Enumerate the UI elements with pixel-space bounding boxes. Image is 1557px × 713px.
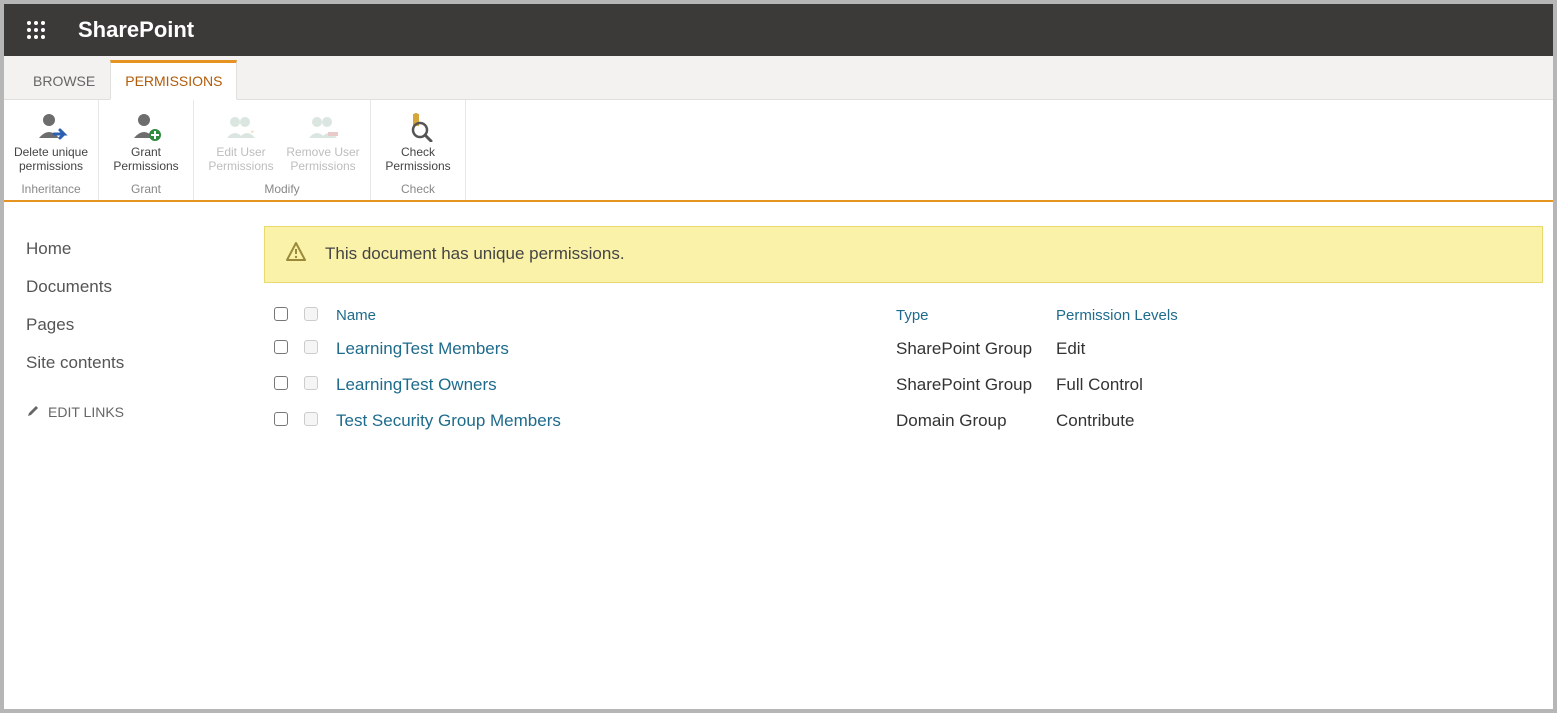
permissions-table: Name Type Permission Levels LearningTest… — [264, 301, 1543, 439]
entity-permission: Full Control — [1056, 375, 1543, 395]
tab-permissions[interactable]: PERMISSIONS — [110, 60, 237, 100]
info-banner-text: This document has unique permissions. — [325, 244, 625, 264]
app-launcher-icon[interactable] — [16, 10, 56, 50]
ribbon-group-label: Inheritance — [10, 182, 92, 196]
left-nav: Home Documents Pages Site contents EDIT … — [4, 202, 264, 449]
grant-permissions-button[interactable]: GrantPermissions — [105, 106, 187, 176]
entity-permission: Contribute — [1056, 411, 1543, 431]
edit-links-button[interactable]: EDIT LINKS — [26, 404, 254, 421]
row-secondary-checkbox[interactable] — [304, 376, 318, 390]
row-checkbox[interactable] — [274, 412, 288, 426]
ribbon-group-inheritance: Delete uniquepermissions Inheritance — [4, 100, 99, 200]
table-row: LearningTest Members SharePoint Group Ed… — [264, 331, 1543, 367]
entity-type: Domain Group — [896, 411, 1056, 431]
key-magnify-icon — [401, 110, 435, 144]
person-plus-icon — [129, 110, 163, 144]
ribbon-group-check: CheckPermissions Check — [371, 100, 466, 200]
entity-name-link[interactable]: LearningTest Owners — [336, 375, 896, 395]
nav-item-home[interactable]: Home — [26, 230, 254, 268]
people-edit-icon — [224, 110, 258, 144]
pencil-icon — [26, 404, 40, 421]
ribbon-group-label: Grant — [105, 182, 187, 196]
ribbon-label: Delete uniquepermissions — [14, 146, 88, 174]
row-secondary-checkbox[interactable] — [304, 340, 318, 354]
delete-unique-permissions-button[interactable]: Delete uniquepermissions — [10, 106, 92, 176]
ribbon-label: GrantPermissions — [113, 146, 178, 174]
remove-user-permissions-button: Remove UserPermissions — [282, 106, 364, 176]
select-all-checkbox[interactable] — [274, 307, 288, 321]
header-filter-checkbox[interactable] — [304, 307, 318, 321]
ribbon-label: Remove UserPermissions — [286, 146, 359, 174]
entity-type: SharePoint Group — [896, 339, 1056, 359]
entity-permission: Edit — [1056, 339, 1543, 359]
nav-item-site-contents[interactable]: Site contents — [26, 344, 254, 382]
row-checkbox[interactable] — [274, 340, 288, 354]
row-secondary-checkbox[interactable] — [304, 412, 318, 426]
tab-strip: BROWSE PERMISSIONS — [4, 56, 1553, 100]
entity-name-link[interactable]: LearningTest Members — [336, 339, 896, 359]
info-banner: This document has unique permissions. — [264, 226, 1543, 283]
tab-browse[interactable]: BROWSE — [18, 62, 110, 99]
ribbon-label: CheckPermissions — [385, 146, 450, 174]
brand-title: SharePoint — [78, 17, 194, 43]
col-header-name[interactable]: Name — [336, 307, 896, 325]
row-checkbox[interactable] — [274, 376, 288, 390]
nav-item-documents[interactable]: Documents — [26, 268, 254, 306]
check-permissions-button[interactable]: CheckPermissions — [377, 106, 459, 176]
nav-item-pages[interactable]: Pages — [26, 306, 254, 344]
edit-links-label: EDIT LINKS — [48, 404, 124, 420]
table-row: LearningTest Owners SharePoint Group Ful… — [264, 367, 1543, 403]
table-row: Test Security Group Members Domain Group… — [264, 403, 1543, 439]
ribbon-label: Edit UserPermissions — [208, 146, 273, 174]
entity-type: SharePoint Group — [896, 375, 1056, 395]
ribbon-group-modify: Edit UserPermissions Remove UserPermissi… — [194, 100, 371, 200]
ribbon-group-grant: GrantPermissions Grant — [99, 100, 194, 200]
ribbon-group-label: Modify — [200, 182, 364, 196]
warning-icon — [285, 241, 307, 268]
col-header-type[interactable]: Type — [896, 307, 1056, 325]
main-content: This document has unique permissions. Na… — [264, 202, 1553, 449]
suite-bar: SharePoint — [4, 4, 1553, 56]
entity-name-link[interactable]: Test Security Group Members — [336, 411, 896, 431]
person-arrow-icon — [34, 110, 68, 144]
ribbon-group-label: Check — [377, 182, 459, 196]
table-header: Name Type Permission Levels — [264, 301, 1543, 331]
ribbon: Delete uniquepermissions Inheritance Gra… — [4, 100, 1553, 202]
col-header-level[interactable]: Permission Levels — [1056, 307, 1543, 325]
edit-user-permissions-button: Edit UserPermissions — [200, 106, 282, 176]
people-remove-icon — [306, 110, 340, 144]
